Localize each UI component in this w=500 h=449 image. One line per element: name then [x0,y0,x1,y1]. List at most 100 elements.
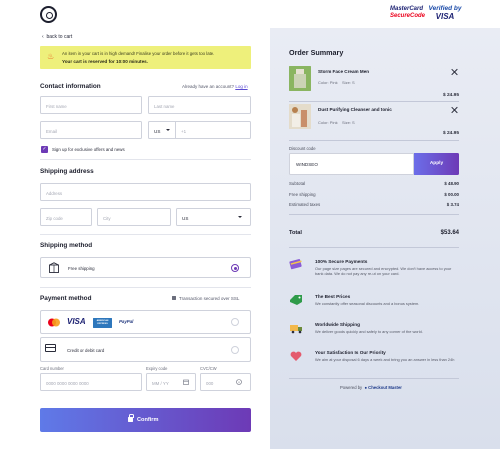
divider [289,247,459,248]
payment-option-credit-card[interactable]: Credit or debit card [40,337,251,362]
shipping-method-title: Shipping method [40,242,93,249]
verified-by-visa-logo: Verified by VISA [427,5,463,23]
price-tag-icon [290,295,302,305]
product-size-2: Size: S [342,120,355,125]
remove-item-2-close-icon[interactable] [451,106,458,113]
alert-message: An item in your cart is in high demand! … [62,51,215,56]
address-field[interactable]: Address [40,183,251,201]
powered-by-brand[interactable]: Checkout Master [368,385,402,390]
divider [40,234,251,235]
divider [289,214,459,215]
product-price-2: $ 24.95 [442,131,459,136]
divider [40,287,251,288]
satisfaction-heart-icon [290,351,302,361]
login-link[interactable]: Log in [235,84,247,89]
shipping-label: Free shipping [289,192,316,197]
address-placeholder: Address [46,190,63,196]
payment-method-title: Payment method [40,295,92,302]
email-field[interactable]: Email [40,121,142,139]
country-select[interactable]: US [176,208,251,226]
badge-title-secure-payments: 100% Secure Payments [315,259,368,264]
visa-icon: VISA [67,317,86,326]
badge-text-worldwide-shipping: We deliver goods quickly and safely to a… [315,329,423,334]
package-icon [49,262,59,273]
newsletter-label: Sign up for exclusive offers and news [52,147,125,152]
country-value: US [182,215,189,221]
shipping-truck-icon [290,325,302,334]
product-image-1 [289,66,311,91]
credit-card-icon [45,344,56,352]
discount-code-input[interactable]: WINDSEO [289,153,414,175]
card-number-placeholder: 0000 0000 0000 0000 [46,380,89,386]
credit-card-radio[interactable] [231,346,239,354]
first-name-field[interactable]: First name [40,96,142,114]
chevron-down-icon [238,216,242,218]
card-number-label: Card number [40,366,64,371]
confirm-button[interactable]: Confirm [40,408,251,432]
badge-title-best-prices: The Best Prices [315,294,351,299]
shipping-option-label: Free shipping [68,266,95,271]
header: MasterCard SecureCode Verified by VISA [0,0,500,28]
back-to-cart-link[interactable]: ‹ back to cart [42,34,72,40]
badge-text-satisfaction: We aim at your disposal 6 days a week an… [315,357,455,362]
checkout-master-logo-icon: ● [363,385,367,390]
cvc-field[interactable]: 000 [200,373,251,391]
shipping-option-free[interactable]: Free shipping [40,257,251,278]
amex-icon: AMERICAN EXPRESS [93,318,112,328]
lock-icon [128,414,134,422]
apply-discount-button[interactable]: Apply [414,153,459,175]
expiry-label: Expiry code [146,366,168,371]
mastercard-label: MasterCard [390,6,424,12]
badge-title-satisfaction: Your Satisfaction Is Our Priority [315,350,386,355]
product-size-1: Size: S [342,80,355,85]
ssl-note-text: Transaction secured over SSL [179,296,240,301]
divider [289,101,459,102]
city-placeholder: City [103,215,111,221]
secure-payment-card-icon [289,259,302,270]
shipping-option-radio[interactable] [231,264,239,272]
powered-by: Powered by ● Checkout Master [340,385,402,390]
total-label: Total [289,230,302,236]
contact-section-title: Contact information [40,83,101,90]
phone-prefix: +1 [181,128,187,134]
expiry-placeholder: MM / YY [152,380,169,386]
product-color-2: Color: Pink [318,120,338,125]
subtotal-row: Subtotal $ 48.90 [289,181,459,186]
last-name-field[interactable]: Last name [148,96,251,114]
card-brands-radio[interactable] [231,318,239,326]
phone-country-value: US [154,128,161,134]
badge-text-secure-payments: Our page size pages are secured and encr… [315,266,452,277]
remove-item-1-close-icon[interactable] [451,68,458,75]
lock-icon [172,296,176,300]
phone-field[interactable]: +1 [175,121,251,139]
first-name-placeholder: First name [46,103,67,109]
badge-text-best-prices: We constantly offer seasonal discounts a… [315,301,420,306]
payment-option-card-brands[interactable]: VISA AMERICAN EXPRESS PayPal [40,310,251,334]
divider [289,140,459,141]
taxes-label: Estimated taxes [289,202,321,207]
taxes-row: Estimated taxes $ 3.74 [289,202,459,207]
subtotal-value: $ 48.90 [444,181,459,186]
discount-code-label: Discount code [289,146,316,151]
zip-code-field[interactable]: Zip code [40,208,92,226]
paypal-icon: PayPal [119,319,134,324]
shipping-value: $ 00.00 [444,192,459,197]
brand-logo[interactable] [40,6,57,23]
phone-country-select[interactable]: US [148,121,175,139]
divider [40,159,251,160]
credit-card-label: Credit or debit card [67,348,105,353]
last-name-placeholder: Last name [154,103,175,109]
product-color-1: Color: Pink [318,80,338,85]
info-icon[interactable] [236,379,242,385]
card-number-field[interactable]: 0000 0000 0000 0000 [40,373,142,391]
city-field[interactable]: City [97,208,171,226]
product-price-1: $ 24.95 [442,93,459,98]
expiry-field[interactable]: MM / YY [146,373,196,391]
newsletter-checkbox[interactable]: ✓ [41,146,48,153]
chevron-down-icon [166,129,170,131]
back-label: back to cart [46,34,73,40]
order-summary-title: Order Summary [289,48,344,57]
visa-label: VISA [435,11,455,21]
powered-by-prefix: Powered by [340,385,363,390]
calendar-icon [183,379,189,385]
